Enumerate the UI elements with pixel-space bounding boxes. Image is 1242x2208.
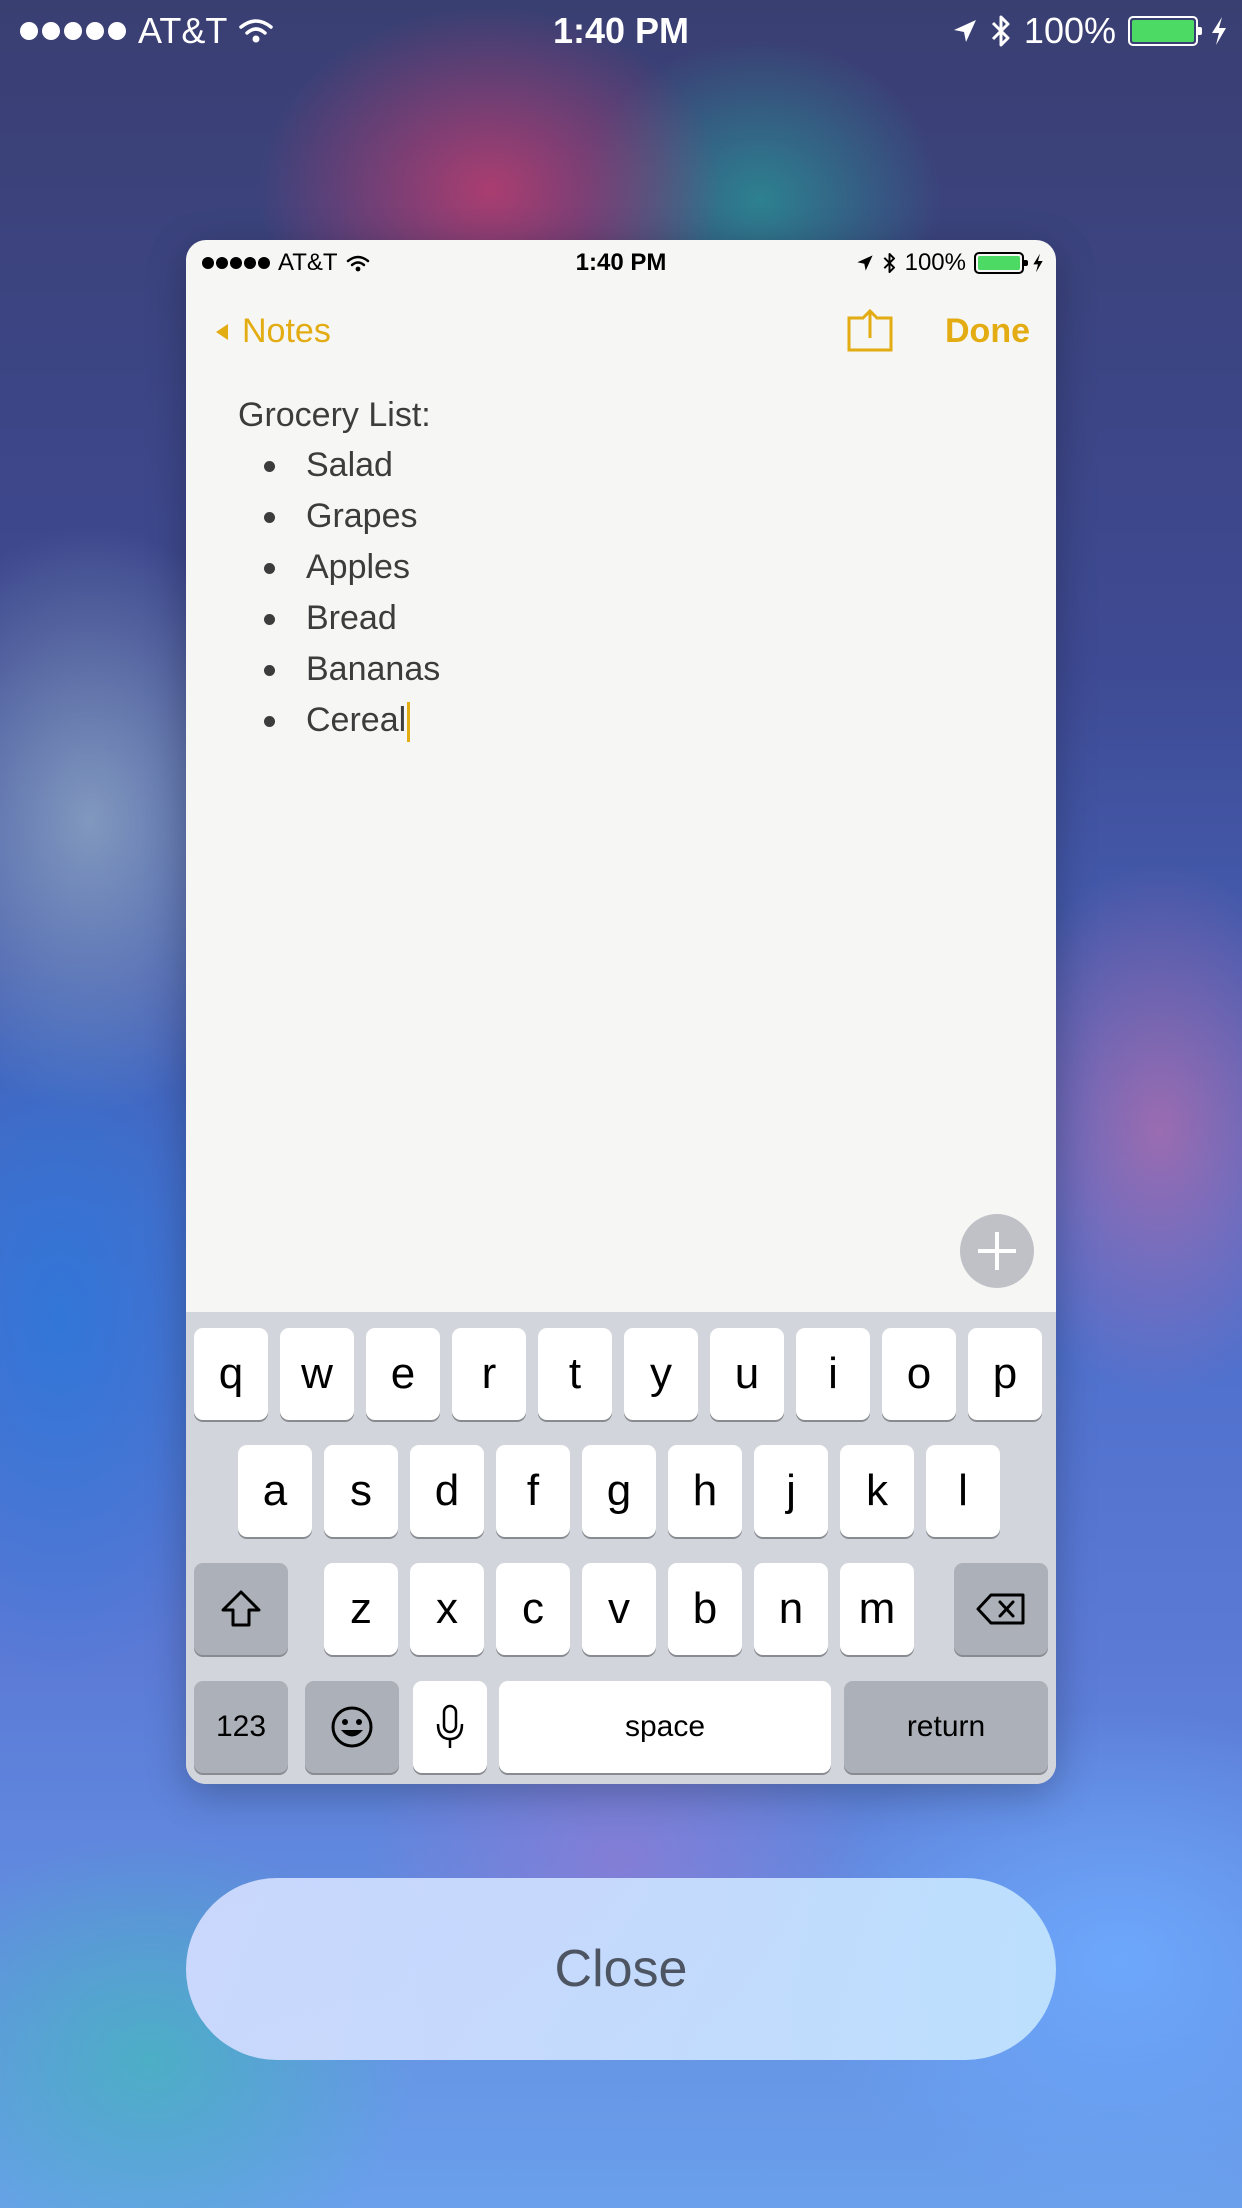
item-text: Apples — [306, 548, 410, 586]
return-key[interactable]: return — [844, 1681, 1048, 1773]
back-button[interactable]: Notes — [216, 312, 331, 351]
key-f[interactable]: f — [496, 1445, 570, 1537]
notes-nav-bar: Notes Done — [186, 300, 1056, 370]
key-e[interactable]: e — [366, 1328, 440, 1420]
item-text: Bananas — [306, 650, 441, 688]
text-cursor — [407, 702, 411, 743]
plus-icon[interactable] — [960, 1214, 1034, 1288]
emoji-icon — [331, 1706, 373, 1748]
key-o[interactable]: o — [882, 1328, 956, 1420]
item-text: Salad — [306, 446, 393, 484]
battery-percent: 100% — [904, 249, 966, 276]
key-i[interactable]: i — [796, 1328, 870, 1420]
bullet-icon — [264, 665, 275, 676]
key-y[interactable]: y — [624, 1328, 698, 1420]
dictation-key[interactable] — [413, 1681, 487, 1773]
chevron-left-icon — [216, 323, 228, 340]
list-item: Apples — [238, 542, 440, 593]
delete-icon — [976, 1593, 1025, 1625]
location-arrow-icon — [856, 255, 873, 271]
key-l[interactable]: l — [926, 1445, 1000, 1537]
key-d[interactable]: d — [410, 1445, 484, 1537]
key-t[interactable]: t — [538, 1328, 612, 1420]
key-g[interactable]: g — [582, 1445, 656, 1537]
bullet-icon — [264, 461, 275, 472]
key-z[interactable]: z — [324, 1563, 398, 1655]
key-c[interactable]: c — [496, 1563, 570, 1655]
bluetooth-icon — [991, 15, 1010, 47]
location-arrow-icon — [953, 20, 976, 42]
shift-icon — [221, 1590, 261, 1627]
list-item: Cereal — [238, 695, 440, 746]
key-x[interactable]: x — [410, 1563, 484, 1655]
list-item: Bread — [238, 593, 440, 644]
key-s[interactable]: s — [324, 1445, 398, 1537]
note-body[interactable]: Grocery List: Salad Grapes Apples Bread … — [238, 390, 440, 746]
preview-status-bar: AT&T 1:40 PM 100% — [186, 240, 1056, 284]
bullet-icon — [264, 563, 275, 574]
note-preview-card[interactable]: AT&T 1:40 PM 100% Notes Done Grocery Lis… — [186, 240, 1056, 1784]
key-j[interactable]: j — [754, 1445, 828, 1537]
key-b[interactable]: b — [668, 1563, 742, 1655]
battery-icon — [974, 252, 1028, 274]
bullet-icon — [264, 512, 275, 523]
battery-icon — [1128, 16, 1202, 46]
share-icon[interactable] — [846, 308, 894, 352]
list-item: Salad — [238, 440, 440, 491]
bullet-icon — [264, 716, 275, 727]
numbers-key[interactable]: 123 — [194, 1681, 288, 1773]
item-text: Grapes — [306, 497, 418, 535]
shift-key[interactable] — [194, 1563, 288, 1655]
charging-bolt-icon — [1033, 253, 1043, 273]
key-p[interactable]: p — [968, 1328, 1042, 1420]
keyboard: q w e r t y u i o p a s d f g h j k l z … — [186, 1312, 1056, 1784]
item-text: Cereal — [306, 701, 407, 739]
key-n[interactable]: n — [754, 1563, 828, 1655]
key-m[interactable]: m — [840, 1563, 914, 1655]
status-bar: AT&T 1:40 PM 100% — [0, 0, 1242, 62]
item-text: Bread — [306, 599, 397, 637]
bullet-icon — [264, 614, 275, 625]
key-q[interactable]: q — [194, 1328, 268, 1420]
note-list: Salad Grapes Apples Bread Bananas Cereal — [238, 440, 440, 746]
note-title: Grocery List: — [238, 396, 431, 434]
key-r[interactable]: r — [452, 1328, 526, 1420]
delete-key[interactable] — [954, 1563, 1048, 1655]
key-u[interactable]: u — [710, 1328, 784, 1420]
key-a[interactable]: a — [238, 1445, 312, 1537]
key-v[interactable]: v — [582, 1563, 656, 1655]
key-w[interactable]: w — [280, 1328, 354, 1420]
battery-percent: 100% — [1023, 10, 1116, 51]
charging-bolt-icon — [1212, 17, 1226, 45]
key-h[interactable]: h — [668, 1445, 742, 1537]
done-button[interactable]: Done — [945, 312, 1030, 351]
list-item: Grapes — [238, 491, 440, 542]
bluetooth-icon — [883, 252, 895, 274]
list-item: Bananas — [238, 644, 440, 695]
close-button[interactable]: Close — [186, 1878, 1056, 2060]
microphone-icon — [436, 1704, 464, 1748]
back-label: Notes — [242, 312, 331, 350]
emoji-key[interactable] — [305, 1681, 399, 1773]
space-key[interactable]: space — [499, 1681, 831, 1773]
key-k[interactable]: k — [840, 1445, 914, 1537]
